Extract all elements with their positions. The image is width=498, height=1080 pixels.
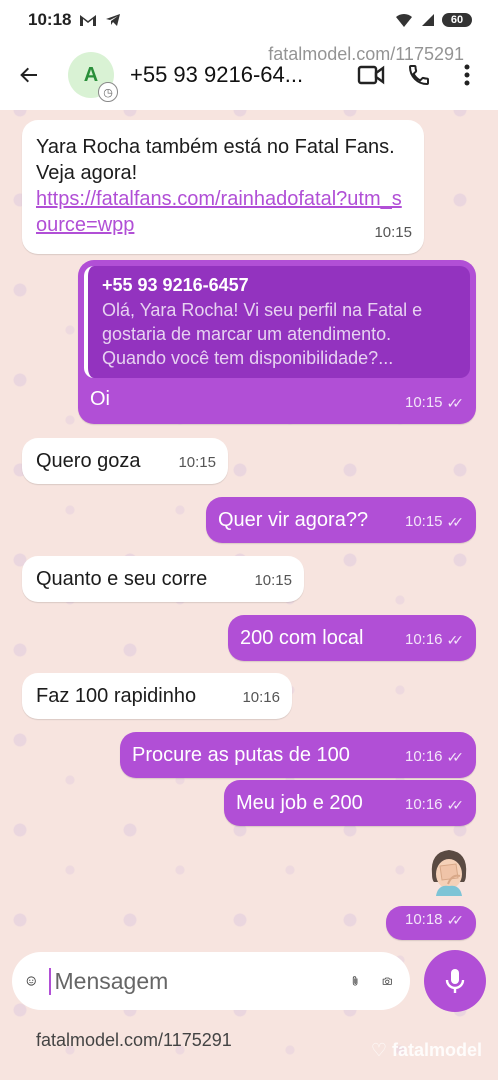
message-incoming[interactable]: Quanto e seu corre 10:15	[22, 556, 304, 602]
mic-icon	[445, 969, 465, 993]
contact-avatar[interactable]: A ◷	[68, 52, 118, 102]
battery-indicator: 60	[442, 13, 472, 27]
clock-icon: ◷	[98, 82, 118, 102]
quoted-message[interactable]: +55 93 9216-6457 Olá, Yara Rocha! Vi seu…	[84, 266, 470, 378]
avatar-initial: A	[83, 63, 99, 86]
signal-icon	[422, 14, 434, 26]
brand-name: fatalmodel	[391, 1040, 482, 1060]
gmail-icon	[80, 15, 97, 26]
brand-heart-icon: ♡	[370, 1040, 392, 1060]
message-incoming[interactable]: Yara Rocha também está no Fatal Fans. Ve…	[22, 120, 424, 254]
message-time: 10:16	[404, 631, 443, 648]
sticker-icon[interactable]	[26, 967, 37, 995]
message-text: Quero goza	[36, 450, 141, 472]
mic-button[interactable]	[424, 950, 486, 1012]
watermark-top: fatalmodel.com/1175291	[268, 44, 464, 64]
message-time: 10:15	[254, 572, 292, 589]
double-check-icon: ✓✓	[446, 514, 465, 530]
double-check-icon: ✓✓	[446, 749, 465, 765]
message-list: Yara Rocha também está no Fatal Fans. Ve…	[0, 110, 498, 950]
message-outgoing[interactable]: 10:18 ✓✓	[386, 906, 476, 940]
message-link[interactable]: https://fatalfans.com/rainhadofatal?utm_…	[36, 186, 406, 238]
message-time: 10:15	[178, 454, 216, 471]
message-time: 10:15	[404, 394, 443, 411]
message-time: 10:16	[404, 796, 443, 813]
message-time: 10:15	[374, 224, 412, 241]
message-time: 10:18	[404, 911, 443, 928]
brand-logo: ♡ fatalmodel	[371, 1040, 482, 1061]
double-check-icon: ✓✓	[446, 395, 465, 411]
more-vert-icon	[464, 64, 470, 86]
message-outgoing[interactable]: 200 com local 10:16 ✓✓	[228, 615, 476, 661]
contact-name[interactable]: +55 93 9216-64...	[130, 62, 326, 88]
message-text: 200 com local	[240, 627, 364, 649]
status-bar: 10:18 60	[0, 0, 498, 40]
message-incoming[interactable]: Quero goza 10:15	[22, 438, 228, 484]
message-outgoing[interactable]: Quer vir agora?? 10:15 ✓✓	[206, 497, 476, 543]
phone-icon	[408, 65, 429, 86]
message-composer	[12, 952, 410, 1010]
back-button[interactable]	[0, 40, 58, 110]
watermark-bottom: fatalmodel.com/1175291	[36, 1030, 232, 1050]
quoted-sender: +55 93 9216-6457	[102, 275, 249, 295]
double-check-icon: ✓✓	[446, 797, 465, 813]
message-outgoing[interactable]: Meu job e 200 10:16 ✓✓	[224, 780, 476, 826]
message-time: 10:16	[404, 748, 443, 765]
quoted-text: Olá, Yara Rocha! Vi seu perfil na Fatal …	[102, 300, 423, 368]
message-time: 10:15	[404, 513, 443, 530]
camera-icon[interactable]	[382, 969, 393, 993]
message-text: Faz 100 rapidinho	[36, 685, 197, 707]
message-outgoing[interactable]: +55 93 9216-6457 Olá, Yara Rocha! Vi seu…	[78, 260, 476, 424]
message-input[interactable]	[48, 967, 351, 995]
double-check-icon: ✓✓	[446, 912, 465, 928]
message-text: Quer vir agora??	[218, 509, 369, 531]
double-check-icon: ✓✓	[446, 632, 465, 648]
message-time: 10:16	[242, 689, 280, 706]
attach-icon[interactable]	[351, 967, 360, 995]
message-text: Yara Rocha também está no Fatal Fans. Ve…	[36, 136, 395, 184]
telegram-icon	[106, 14, 121, 26]
face-palm-emoji[interactable]	[426, 844, 472, 896]
message-outgoing[interactable]: Procure as putas de 100 10:16 ✓✓	[120, 732, 476, 778]
message-incoming[interactable]: Faz 100 rapidinho 10:16	[22, 673, 292, 719]
message-text: Meu job e 200	[236, 792, 363, 814]
status-time: 10:18	[28, 10, 72, 29]
message-text: Quanto e seu corre	[36, 568, 208, 590]
wifi-icon	[396, 13, 412, 27]
arrow-left-icon	[20, 67, 37, 83]
message-text: Procure as putas de 100	[132, 744, 350, 766]
video-call-icon	[357, 65, 385, 85]
